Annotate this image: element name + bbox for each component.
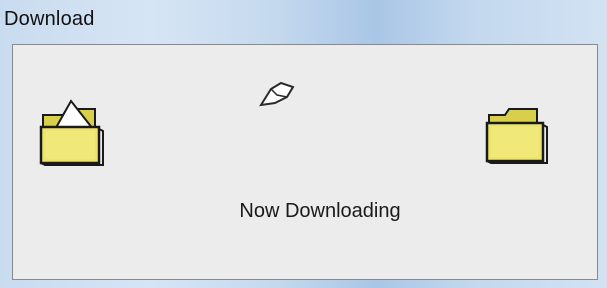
open-folder-icon xyxy=(37,97,107,174)
flying-document-icon xyxy=(257,75,297,116)
status-label: Now Downloading xyxy=(13,200,599,223)
window-title: Download xyxy=(4,8,95,30)
download-dialog: Download Now Downloading xyxy=(0,0,607,288)
title-bar[interactable]: Download xyxy=(0,0,607,40)
dialog-content: Now Downloading xyxy=(12,44,598,280)
status-text: Now Downloading xyxy=(239,200,401,222)
folder-icon xyxy=(483,105,553,172)
